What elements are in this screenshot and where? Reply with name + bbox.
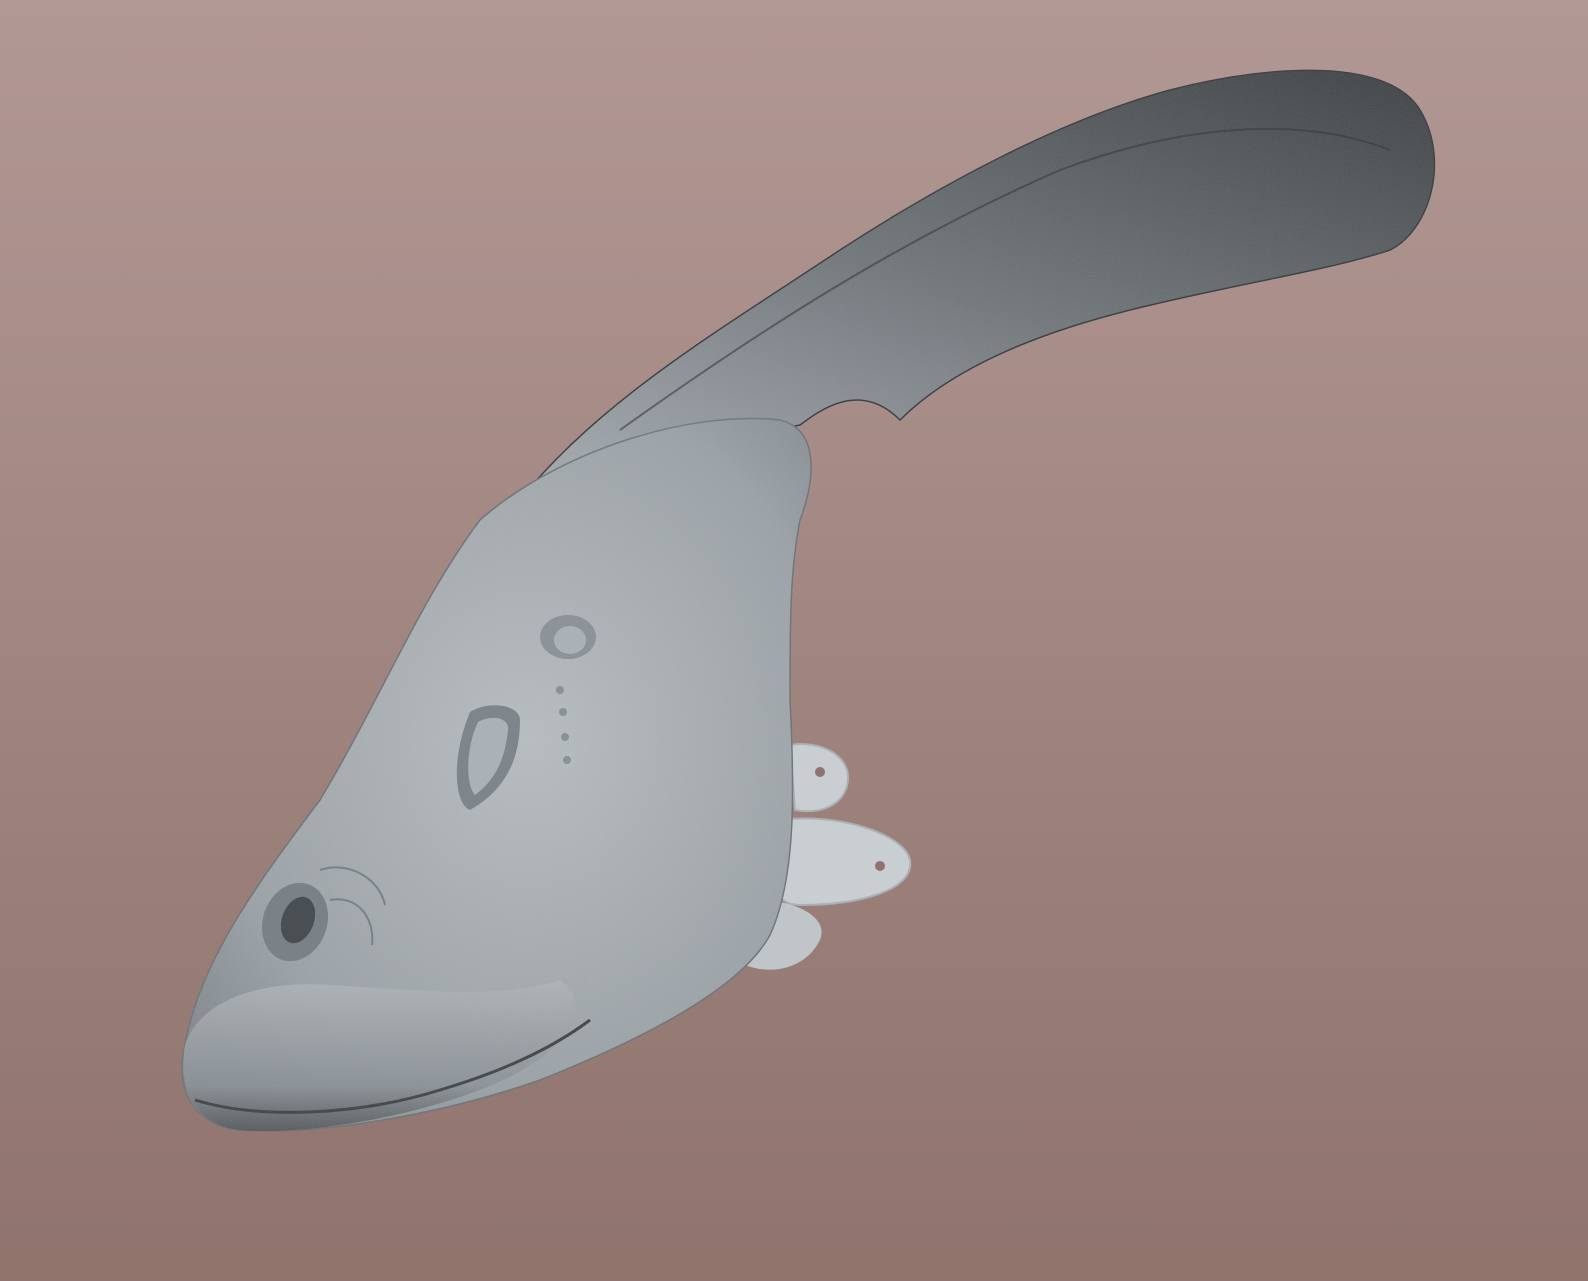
eye-hole [540, 615, 596, 659]
3d-model-render [0, 0, 1588, 1281]
render-viewport[interactable] [0, 0, 1588, 1281]
